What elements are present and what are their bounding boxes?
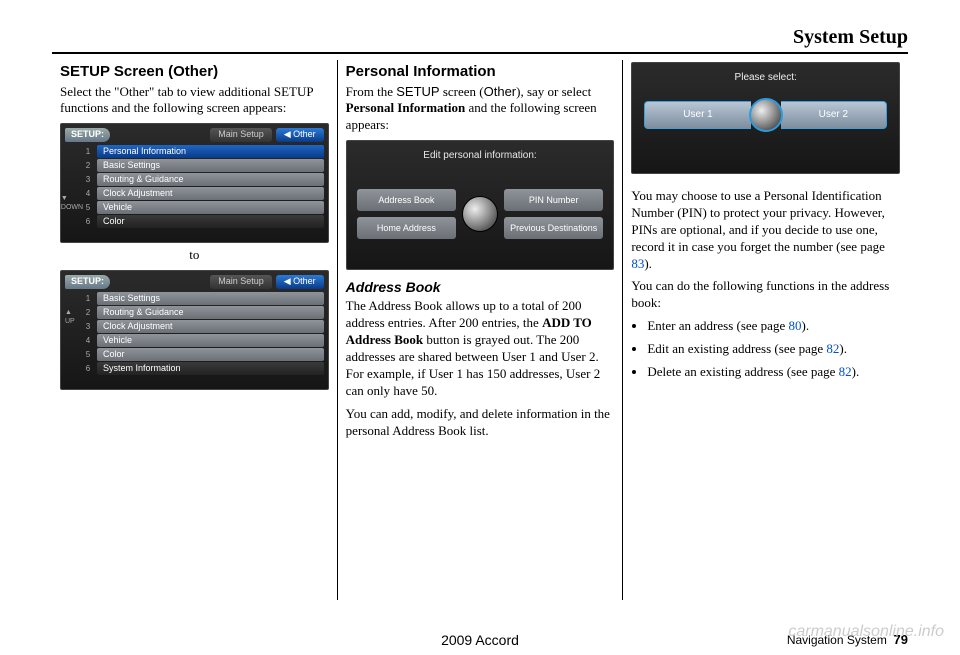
setup-label: SETUP: — [65, 275, 110, 289]
row-numbers: 123456 — [83, 145, 93, 228]
edit-personal-info-screen: Edit personal information: Address Book … — [346, 140, 615, 270]
menu-clock-adjustment[interactable]: Clock Adjustment — [97, 320, 324, 333]
col2-heading: Personal Information — [346, 62, 615, 82]
scroll-indicator: ▼ DOWN — [65, 145, 79, 228]
separator-to: to — [60, 247, 329, 264]
home-address-button[interactable]: Home Address — [357, 217, 456, 239]
page-link-83[interactable]: 83 — [631, 256, 644, 271]
col1-para: Select the "Other" tab to view additiona… — [60, 84, 329, 118]
pin-paragraph: You may choose to use a Personal Identif… — [631, 188, 900, 272]
menu-vehicle[interactable]: Vehicle — [97, 201, 324, 214]
setup-screen-a: SETUP: Main Setup ◀ Other ▼ DOWN 123456 … — [60, 123, 329, 243]
page-link-82[interactable]: 82 — [826, 341, 839, 356]
address-book-button[interactable]: Address Book — [357, 189, 456, 211]
user-2-button[interactable]: User 2 — [781, 101, 887, 129]
menu-basic-settings[interactable]: Basic Settings — [97, 159, 324, 172]
functions-intro: You can do the following functions in th… — [631, 278, 900, 312]
user-1-button[interactable]: User 1 — [644, 101, 750, 129]
please-select-screen: Please select: User 1 User 2 — [631, 62, 900, 174]
tab-other[interactable]: ◀ Other — [276, 275, 324, 289]
list-item: Enter an address (see page 80). — [647, 318, 900, 335]
functions-list: Enter an address (see page 80). Edit an … — [631, 318, 900, 381]
scroll-indicator: ▲ UP — [65, 292, 79, 375]
menu-routing-guidance[interactable]: Routing & Guidance — [97, 306, 324, 319]
menu-color[interactable]: Color — [97, 348, 324, 361]
setup-label: SETUP: — [65, 128, 110, 142]
tab-other[interactable]: ◀ Other — [276, 128, 324, 142]
content-columns: SETUP Screen (Other) Select the "Other" … — [52, 60, 908, 600]
menu-personal-information[interactable]: Personal Information — [97, 145, 324, 158]
menu-routing-guidance[interactable]: Routing & Guidance — [97, 173, 324, 186]
menu-basic-settings[interactable]: Basic Settings — [97, 292, 324, 305]
col2-intro: From the SETUP screen (Other), say or se… — [346, 84, 615, 135]
col1-heading: SETUP Screen (Other) — [60, 62, 329, 82]
address-book-subheading: Address Book — [346, 278, 615, 296]
page-link-80[interactable]: 80 — [788, 318, 801, 333]
column-1: SETUP Screen (Other) Select the "Other" … — [52, 60, 338, 600]
screen-title: Edit personal information: — [351, 149, 610, 162]
page-link-82[interactable]: 82 — [839, 364, 852, 379]
joystick-dial[interactable] — [462, 196, 498, 232]
pin-number-button[interactable]: PIN Number — [504, 189, 603, 211]
screen-title: Please select: — [636, 71, 895, 84]
column-3: Please select: User 1 User 2 You may cho… — [623, 60, 908, 600]
tab-main-setup[interactable]: Main Setup — [210, 275, 272, 289]
menu-color[interactable]: Color — [97, 215, 324, 228]
menu-system-information[interactable]: System Information — [97, 362, 324, 375]
menu-clock-adjustment[interactable]: Clock Adjustment — [97, 187, 324, 200]
list-item: Edit an existing address (see page 82). — [647, 341, 900, 358]
tab-main-setup[interactable]: Main Setup — [210, 128, 272, 142]
setup-screen-b: SETUP: Main Setup ◀ Other ▲ UP 123456 Ba… — [60, 270, 329, 390]
list-item: Delete an existing address (see page 82)… — [647, 364, 900, 381]
column-2: Personal Information From the SETUP scre… — [338, 60, 624, 600]
page-header: System Setup — [52, 24, 908, 54]
joystick-dial[interactable] — [749, 98, 783, 132]
address-book-desc: The Address Book allows up to a total of… — [346, 298, 615, 399]
menu-vehicle[interactable]: Vehicle — [97, 334, 324, 347]
address-book-ops: You can add, modify, and delete informat… — [346, 406, 615, 440]
row-numbers: 123456 — [83, 292, 93, 375]
previous-destinations-button[interactable]: Previous Destinations — [504, 217, 603, 239]
